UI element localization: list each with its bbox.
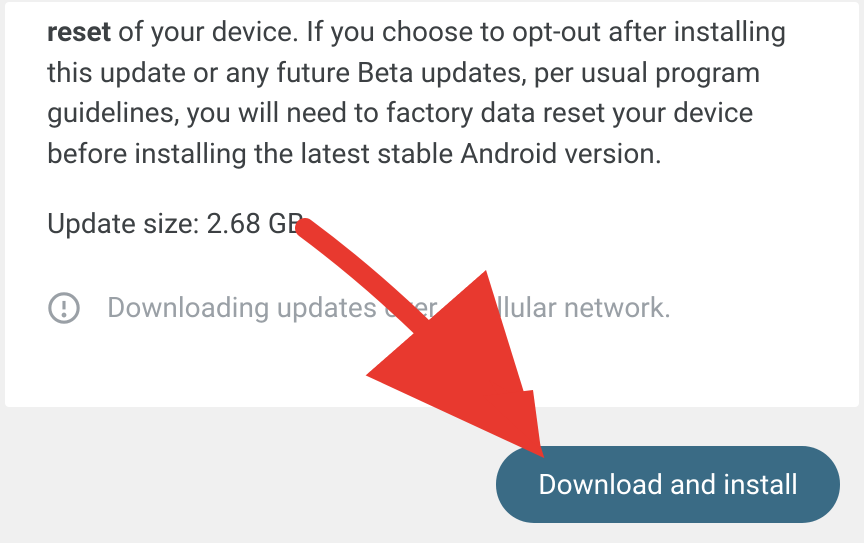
update-description: reset of your device. If you choose to o… — [47, 12, 817, 174]
update-card: reset of your device. If you choose to o… — [5, 2, 859, 407]
update-size-line: Update size: 2.68 GB — [47, 206, 817, 242]
cellular-warning-row: Downloading updates over a cellular netw… — [47, 291, 817, 325]
button-bar: Download and install — [496, 446, 840, 523]
reset-bold-word: reset — [47, 15, 111, 48]
cellular-warning-text: Downloading updates over a cellular netw… — [107, 291, 671, 324]
download-install-button[interactable]: Download and install — [496, 446, 840, 523]
warning-icon — [47, 291, 81, 325]
description-rest: of your device. If you choose to opt-out… — [47, 15, 786, 170]
